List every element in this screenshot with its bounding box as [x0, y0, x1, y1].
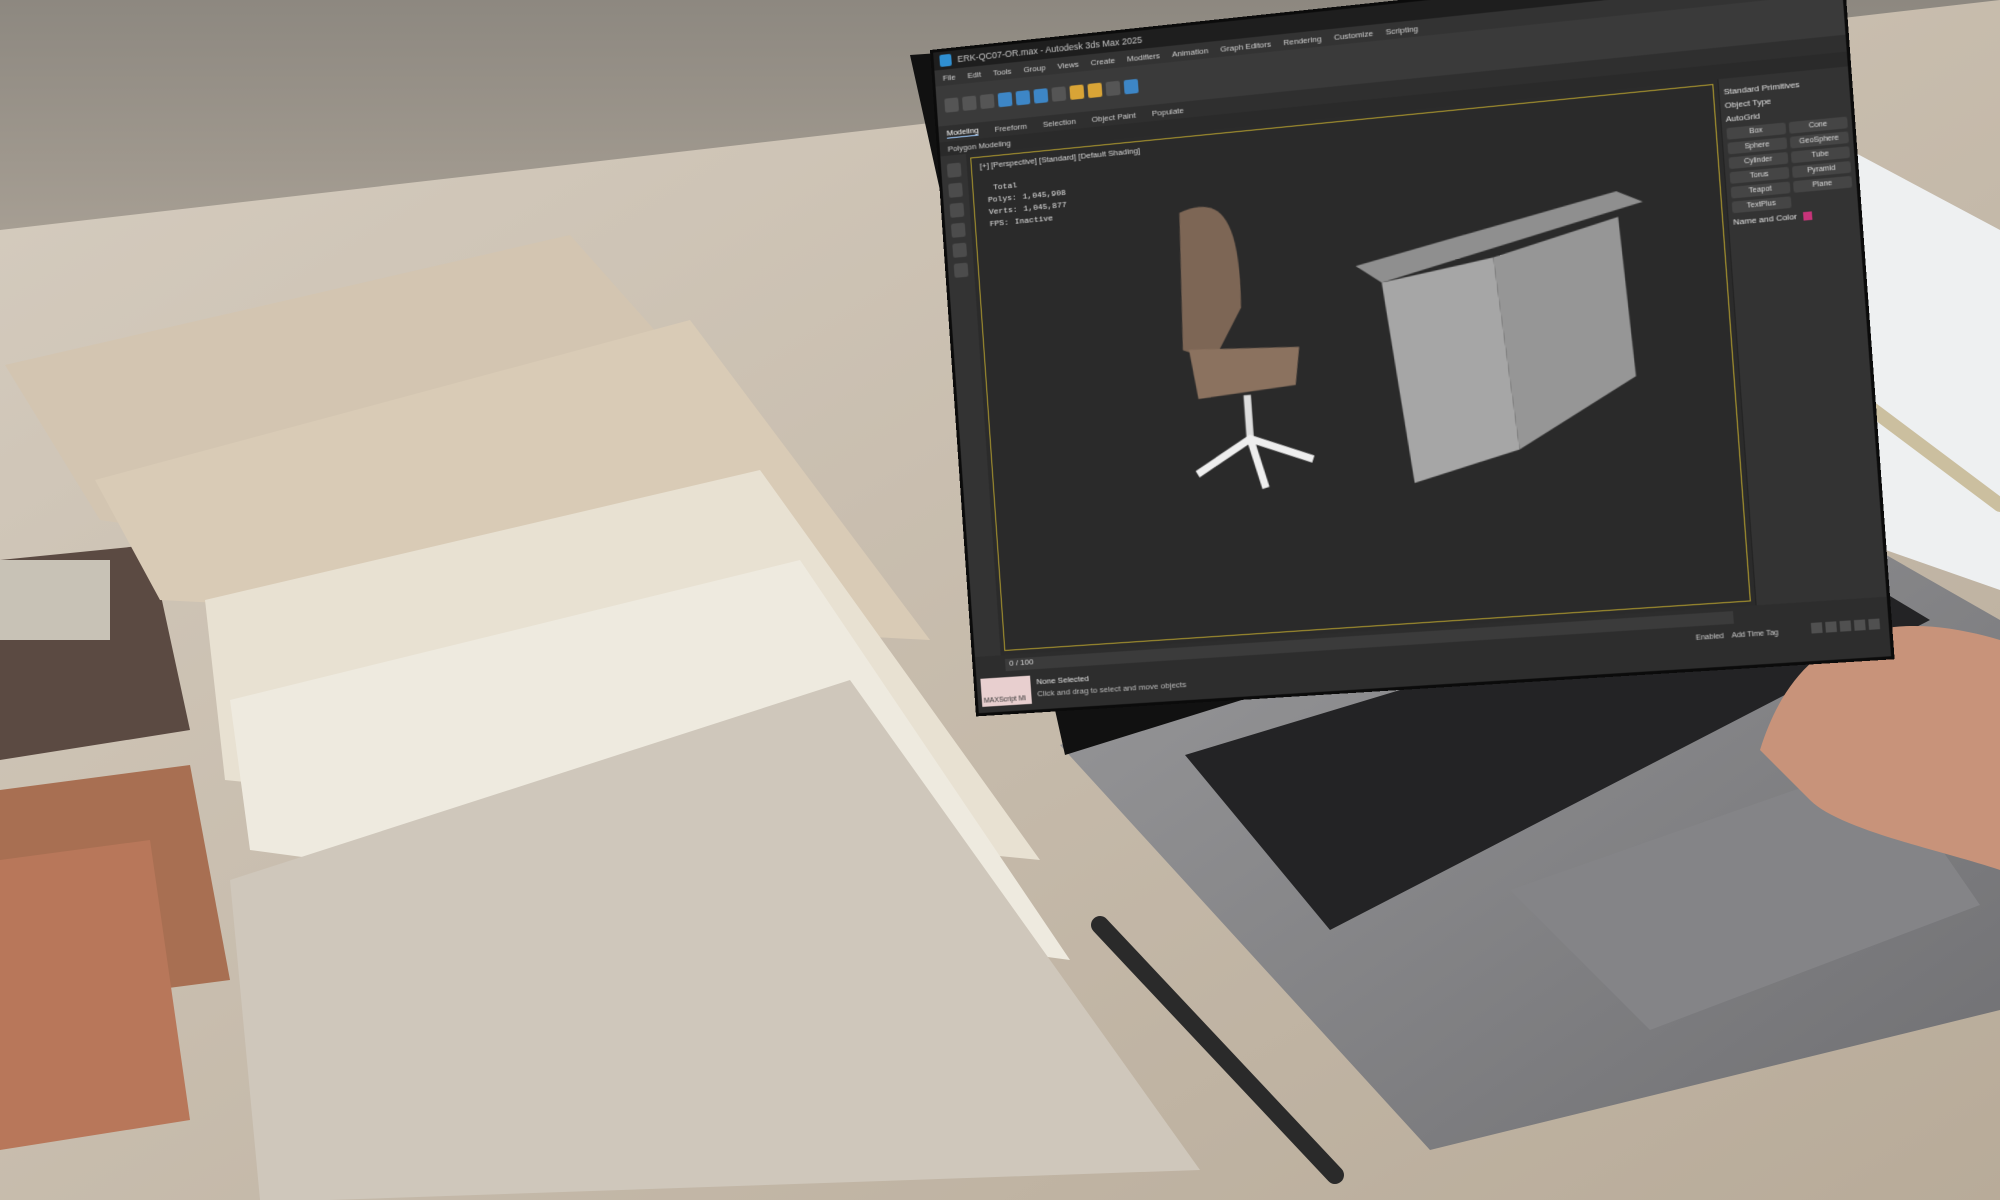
app-logo-icon — [939, 54, 952, 67]
render-icon[interactable] — [1105, 81, 1120, 97]
add-time-tag[interactable]: Add Time Tag — [1732, 629, 1779, 639]
menu-rendering[interactable]: Rendering — [1283, 34, 1322, 47]
light-icon[interactable] — [1069, 84, 1084, 100]
object-color-swatch[interactable] — [1804, 211, 1813, 220]
filter-icon[interactable] — [948, 183, 963, 198]
go-to-start-icon[interactable] — [1811, 622, 1823, 633]
metal-handle — [0, 560, 110, 640]
frame-counter: 0 / 100 — [1009, 657, 1034, 668]
menu-tools[interactable]: Tools — [993, 66, 1012, 77]
laptop-screen-ui: ERK-QC07-OR.max - Autodesk 3ds Max 2025 … — [930, 0, 1895, 716]
menu-graph-editors[interactable]: Graph Editors — [1220, 39, 1271, 53]
selection-status: None Selected — [1036, 674, 1089, 686]
playback-controls — [1811, 619, 1880, 634]
torus-button[interactable]: Torus — [1730, 167, 1789, 184]
enabled-toggle[interactable]: Enabled — [1696, 633, 1724, 642]
menu-customize[interactable]: Customize — [1333, 28, 1373, 41]
work-area: [+] [Perspective] [Standard] [Default Sh… — [940, 66, 1886, 657]
previous-frame-icon[interactable] — [1825, 621, 1837, 632]
tab-selection[interactable]: Selection — [1042, 116, 1076, 128]
menu-scripting[interactable]: Scripting — [1385, 24, 1418, 37]
next-frame-icon[interactable] — [1854, 619, 1866, 630]
menu-edit[interactable]: Edit — [967, 69, 981, 79]
hierarchy-icon[interactable] — [951, 223, 966, 238]
rotate-icon[interactable] — [1033, 88, 1048, 104]
scale-icon[interactable] — [1051, 86, 1066, 102]
perspective-viewport[interactable]: [+] [Perspective] [Standard] [Default Sh… — [970, 84, 1751, 651]
tab-object-paint[interactable]: Object Paint — [1091, 110, 1136, 124]
menu-modifiers[interactable]: Modifiers — [1127, 51, 1160, 64]
office-chair-stem — [1247, 395, 1250, 439]
material-icon[interactable] — [1087, 83, 1102, 99]
redo-icon[interactable] — [962, 96, 977, 111]
object-type-grid: Box Cone Sphere GeoSphere Cylinder Tube … — [1726, 117, 1853, 214]
maxscript-listener[interactable]: MAXScript Mi — [980, 676, 1032, 707]
pyramid-button[interactable]: Pyramid — [1791, 161, 1851, 178]
textplus-button[interactable]: TextPlus — [1732, 196, 1791, 213]
layer-icon[interactable] — [950, 203, 965, 218]
teapot-button[interactable]: Teapot — [1731, 182, 1790, 199]
undo-icon[interactable] — [944, 97, 959, 112]
display-icon[interactable] — [952, 243, 967, 258]
render-frame-icon[interactable] — [1124, 79, 1139, 95]
select-icon[interactable] — [998, 92, 1013, 107]
viewport-models — [971, 85, 1749, 650]
cylinder-button[interactable]: Cylinder — [1729, 152, 1788, 169]
link-icon[interactable] — [980, 94, 995, 109]
office-chair-base — [1195, 434, 1315, 493]
tube-button[interactable]: Tube — [1790, 146, 1850, 163]
tab-populate[interactable]: Populate — [1151, 105, 1184, 117]
go-to-end-icon[interactable] — [1868, 619, 1880, 630]
move-icon[interactable] — [1016, 90, 1031, 105]
menu-group[interactable]: Group — [1023, 63, 1046, 74]
menu-views[interactable]: Views — [1057, 59, 1079, 70]
plane-button[interactable]: Plane — [1792, 176, 1852, 193]
menu-animation[interactable]: Animation — [1172, 46, 1209, 59]
play-icon[interactable] — [1840, 620, 1852, 631]
name-color-label: Name and Color — [1733, 212, 1797, 227]
tab-modeling[interactable]: Modeling — [946, 125, 979, 138]
menu-create[interactable]: Create — [1090, 55, 1115, 67]
tab-freeform[interactable]: Freeform — [994, 121, 1027, 133]
menu-file[interactable]: File — [943, 72, 956, 82]
office-chair-back — [1173, 204, 1245, 363]
scene-explorer-icon[interactable] — [947, 163, 962, 178]
utilities-icon[interactable] — [954, 263, 969, 278]
